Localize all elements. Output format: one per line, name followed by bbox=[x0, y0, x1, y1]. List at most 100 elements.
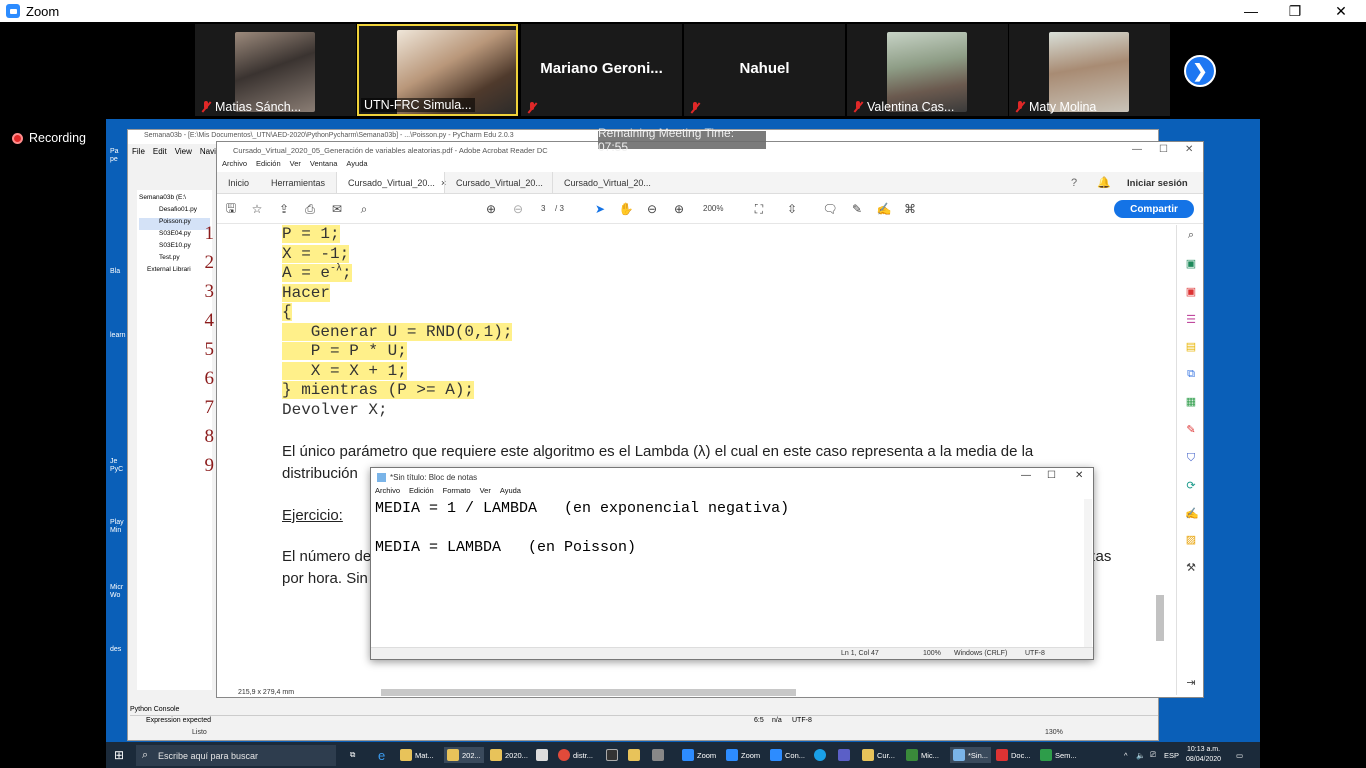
protect-icon[interactable]: ⛉ bbox=[1185, 452, 1197, 464]
taskbar-search[interactable]: ⌕ Escribe aquí para buscar bbox=[136, 745, 336, 766]
zoom-out-icon[interactable]: ⊖ bbox=[645, 202, 659, 216]
taskbar-app[interactable]: 2020... bbox=[490, 747, 528, 763]
comment-icon[interactable]: 🗨 bbox=[822, 202, 837, 216]
zoom-select[interactable]: 200% bbox=[703, 204, 723, 213]
notepad-editor[interactable]: MEDIA = 1 / LAMBDA (en exponencial negat… bbox=[375, 499, 789, 558]
taskbar-app[interactable]: Mat... bbox=[400, 747, 434, 763]
fit-page-icon[interactable]: ⛶ bbox=[752, 202, 766, 216]
page-number-input[interactable]: 3 bbox=[541, 204, 545, 213]
signin-link[interactable]: Iniciar sesión bbox=[1127, 178, 1188, 189]
tag-icon[interactable]: ⌘ bbox=[903, 202, 917, 216]
taskbar-app[interactable]: distr... bbox=[558, 747, 593, 763]
participant-tile-active-speaker[interactable]: UTN-FRC Simula... bbox=[357, 24, 518, 116]
volume-icon[interactable]: 🔈 bbox=[1136, 747, 1145, 763]
print-icon[interactable]: ⎙ bbox=[303, 202, 317, 216]
maximize-button[interactable]: ☐ bbox=[1047, 470, 1056, 481]
participant-tile[interactable]: Matias Sánch... bbox=[195, 24, 356, 116]
menu-edicion[interactable]: Edición bbox=[256, 159, 281, 172]
taskbar-app[interactable]: Sem... bbox=[1040, 747, 1077, 763]
combine-files-icon[interactable]: ⧉ bbox=[1185, 368, 1197, 380]
close-button[interactable]: ✕ bbox=[1318, 0, 1364, 22]
search-icon[interactable]: ⌕ bbox=[357, 202, 371, 216]
select-cursor-icon[interactable]: ➤ bbox=[593, 202, 607, 216]
taskbar-app[interactable]: Con... bbox=[770, 747, 805, 763]
python-console-tab[interactable]: Python Console bbox=[130, 706, 179, 713]
highlight-pen-icon[interactable]: ✎ bbox=[850, 202, 864, 216]
edit-pdf-icon[interactable]: ✎ bbox=[1185, 424, 1197, 436]
taskbar-app[interactable]: *Sin... bbox=[950, 747, 992, 763]
start-windows-icon[interactable]: ⊞ bbox=[114, 748, 124, 762]
scroll-mode-icon[interactable]: ⇳ bbox=[785, 202, 799, 216]
skype-icon[interactable] bbox=[814, 747, 826, 763]
menu-edit[interactable]: Edit bbox=[153, 147, 167, 156]
help-icon[interactable]: ? bbox=[1071, 177, 1077, 189]
search-icon[interactable]: ⌕ bbox=[1185, 229, 1197, 241]
tab-inicio[interactable]: Inicio bbox=[217, 172, 260, 193]
language-indicator[interactable]: ESP bbox=[1164, 747, 1179, 763]
zoom-in-icon[interactable]: ⊕ bbox=[672, 202, 686, 216]
save-icon[interactable]: 🖫 bbox=[224, 201, 238, 216]
menu-view[interactable]: View bbox=[175, 147, 192, 156]
menu-ventana[interactable]: Ventana bbox=[310, 159, 338, 172]
maximize-button[interactable]: ❐ bbox=[1272, 0, 1318, 22]
status-encoding[interactable]: UTF-8 bbox=[792, 717, 812, 724]
close-button[interactable]: ✕ bbox=[1185, 144, 1193, 155]
menu-formato[interactable]: Formato bbox=[443, 486, 471, 499]
page-down-icon[interactable]: ⊖ bbox=[511, 202, 525, 216]
participant-tile[interactable]: Nahuel bbox=[684, 24, 845, 116]
minimize-button[interactable]: — bbox=[1132, 144, 1142, 155]
scrollbar-thumb[interactable] bbox=[1156, 595, 1164, 641]
maximize-button[interactable]: ☐ bbox=[1159, 144, 1168, 155]
pdf-scrollbar[interactable] bbox=[1156, 225, 1166, 687]
network-icon[interactable]: ⎚ bbox=[1150, 747, 1156, 763]
menu-ver[interactable]: Ver bbox=[290, 159, 301, 172]
more-tools-icon[interactable]: ⚒ bbox=[1185, 562, 1197, 574]
notepad-window[interactable]: *Sin título: Bloc de notas — ☐ ✕ Archivo… bbox=[370, 467, 1094, 660]
menu-file[interactable]: File bbox=[132, 147, 145, 156]
teams-icon[interactable] bbox=[838, 747, 850, 763]
menu-ayuda[interactable]: Ayuda bbox=[500, 486, 521, 499]
participant-tile[interactable]: Valentina Cas... bbox=[847, 24, 1008, 116]
create-pdf-icon[interactable]: ▣ bbox=[1185, 286, 1197, 298]
taskbar-app[interactable]: Zoom bbox=[726, 747, 760, 763]
send-sign-icon[interactable]: ▨ bbox=[1185, 534, 1197, 546]
menu-archivo[interactable]: Archivo bbox=[222, 159, 247, 172]
tray-chevron-icon[interactable]: ^ bbox=[1124, 747, 1128, 763]
clock[interactable]: 10:13 a.m. 08/04/2020 bbox=[1186, 745, 1221, 765]
notifications-icon[interactable]: ▭ bbox=[1236, 747, 1243, 763]
hand-tool-icon[interactable]: ✋ bbox=[619, 202, 634, 216]
minimize-button[interactable]: — bbox=[1021, 470, 1031, 481]
share-icon[interactable]: ⟳ bbox=[1185, 480, 1197, 492]
email-icon[interactable]: ✉ bbox=[330, 202, 344, 216]
terminal-icon[interactable] bbox=[606, 747, 618, 763]
taskbar-app[interactable]: Mic... bbox=[906, 747, 939, 763]
taskbar-app[interactable]: Zoom bbox=[682, 747, 716, 763]
tab-document-active[interactable]: Cursado_Virtual_20... × bbox=[336, 172, 446, 193]
close-button[interactable]: ✕ bbox=[1075, 470, 1083, 481]
collapse-panel-icon[interactable]: ⇥ bbox=[1185, 677, 1197, 689]
task-view-icon[interactable]: ⧉ bbox=[350, 747, 355, 763]
tree-item[interactable]: Desafio01.py bbox=[139, 206, 210, 218]
taskbar-app[interactable]: Doc... bbox=[996, 747, 1031, 763]
upload-icon[interactable]: ⇪ bbox=[277, 202, 291, 216]
bell-icon[interactable]: 🔔 bbox=[1097, 176, 1111, 189]
menu-archivo[interactable]: Archivo bbox=[375, 486, 400, 499]
tab-herramientas[interactable]: Herramientas bbox=[260, 172, 336, 193]
bookmark-star-icon[interactable]: ☆ bbox=[250, 202, 264, 216]
menu-ver[interactable]: Ver bbox=[480, 486, 491, 499]
tab-document[interactable]: Cursado_Virtual_20... bbox=[552, 172, 660, 193]
comment-icon[interactable]: ▤ bbox=[1185, 341, 1197, 353]
page-up-icon[interactable]: ⊕ bbox=[484, 202, 498, 216]
menu-edicion[interactable]: Edición bbox=[409, 486, 434, 499]
organize-pages-icon[interactable]: ☰ bbox=[1185, 314, 1197, 326]
store-icon[interactable] bbox=[536, 747, 548, 763]
notes-icon[interactable] bbox=[628, 747, 640, 763]
taskbar-app[interactable]: Cur... bbox=[862, 747, 895, 763]
menu-ayuda[interactable]: Ayuda bbox=[346, 159, 367, 172]
next-page-arrow-icon[interactable]: ❯ bbox=[1184, 55, 1216, 87]
participant-tile[interactable]: Mariano Geroni... bbox=[521, 24, 682, 116]
horizontal-scrollbar[interactable] bbox=[381, 689, 796, 696]
notepad-scrollbar[interactable] bbox=[1084, 499, 1092, 647]
export-pdf-icon[interactable]: ▣ bbox=[1185, 258, 1197, 270]
taskbar-app[interactable]: 202... bbox=[444, 747, 484, 763]
